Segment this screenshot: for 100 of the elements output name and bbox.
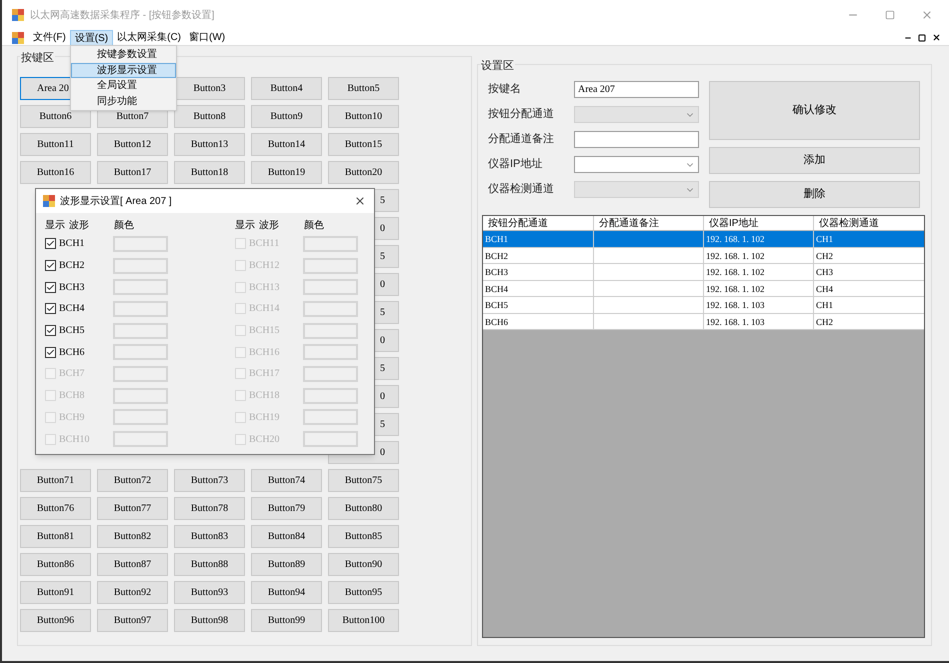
app-icon [43, 195, 55, 207]
color-swatch[interactable] [113, 279, 168, 296]
grid-button[interactable]: Button89 [251, 553, 322, 576]
grid-button[interactable]: Button83 [174, 525, 245, 548]
close-icon[interactable] [354, 195, 366, 207]
color-swatch[interactable] [303, 388, 358, 404]
color-swatch[interactable] [113, 366, 168, 382]
color-swatch[interactable] [113, 344, 168, 360]
grid-button[interactable]: Button5 [328, 77, 399, 100]
grid-button[interactable]: Button90 [328, 553, 399, 576]
grid-button[interactable]: Button96 [20, 609, 91, 632]
color-swatch[interactable] [113, 258, 168, 274]
grid-button[interactable]: Button10 [328, 105, 399, 128]
color-swatch[interactable] [303, 322, 358, 339]
color-swatch[interactable] [113, 236, 168, 252]
grid-button[interactable]: Button16 [20, 161, 91, 184]
checkbox[interactable] [45, 303, 56, 314]
grid-button[interactable]: Button99 [251, 609, 322, 632]
menu-item[interactable]: 以太网采集(C) [113, 30, 186, 46]
grid-button[interactable]: Button77 [97, 497, 168, 520]
grid-button[interactable]: Button12 [97, 133, 168, 156]
grid-button[interactable]: Button76 [20, 497, 91, 520]
channel-label: BCH7 [59, 367, 86, 382]
grid-button[interactable]: Button20 [328, 161, 399, 184]
grid-button[interactable]: Button15 [328, 133, 399, 156]
grid-button[interactable]: Button75 [328, 469, 399, 492]
action-button[interactable]: 添加 [709, 147, 920, 174]
color-swatch[interactable] [303, 300, 358, 317]
menu-option[interactable]: 按键参数设置 [71, 47, 176, 62]
grid-button[interactable]: Button73 [174, 469, 245, 492]
grid-button[interactable]: Button72 [97, 469, 168, 492]
color-swatch[interactable] [113, 409, 168, 426]
grid-button[interactable]: Button81 [20, 525, 91, 548]
grid-button[interactable]: Button8 [174, 105, 245, 128]
action-button[interactable]: 确认修改 [709, 81, 920, 140]
grid-button[interactable]: Button95 [328, 581, 399, 604]
table-row[interactable]: BCH3 192. 168. 1. 102 CH3 [483, 264, 924, 280]
restore-icon[interactable] [918, 34, 926, 42]
maximize-icon[interactable] [885, 10, 895, 20]
table-row[interactable]: BCH6 192. 168. 1. 103 CH2 [483, 314, 924, 330]
table-row[interactable]: BCH1 192. 168. 1. 102 CH1 [483, 231, 924, 248]
grid-button[interactable]: Button3 [174, 77, 245, 100]
checkbox[interactable] [45, 346, 56, 358]
grid-button[interactable]: Button17 [97, 161, 168, 184]
color-swatch[interactable] [303, 279, 358, 296]
grid-button[interactable]: Button14 [251, 133, 322, 156]
grid-button[interactable]: Button85 [328, 525, 399, 548]
grid-button[interactable]: Button98 [174, 609, 245, 632]
dropdown-field[interactable] [574, 156, 699, 173]
grid-button[interactable]: Button71 [20, 469, 91, 492]
table-row[interactable]: BCH2 192. 168. 1. 102 CH2 [483, 248, 924, 264]
text-field[interactable]: Area 207 [574, 81, 699, 98]
text-field[interactable] [574, 131, 699, 148]
grid-button[interactable]: Button13 [174, 133, 245, 156]
column-header: 分配通道备注 [593, 216, 703, 230]
menu-option[interactable]: 波形显示设置 [71, 62, 176, 78]
color-swatch[interactable] [113, 322, 168, 339]
grid-button[interactable]: Button88 [174, 553, 245, 576]
grid-button[interactable]: Button4 [251, 77, 322, 100]
grid-button[interactable]: Button97 [97, 609, 168, 632]
table-cell: CH3 [813, 264, 923, 280]
grid-button[interactable]: Button94 [251, 581, 322, 604]
color-swatch[interactable] [303, 258, 358, 274]
table-row[interactable]: BCH5 192. 168. 1. 103 CH1 [483, 297, 924, 314]
color-swatch[interactable] [113, 300, 168, 317]
menu-item[interactable]: 窗口(W) [185, 30, 230, 46]
grid-button[interactable]: Button74 [251, 469, 322, 492]
grid-button[interactable]: Button86 [20, 553, 91, 576]
table-row[interactable]: BCH4 192. 168. 1. 102 CH4 [483, 280, 924, 297]
close-icon[interactable] [932, 33, 941, 42]
action-button[interactable]: 删除 [709, 181, 920, 208]
grid-button[interactable]: Button84 [251, 525, 322, 548]
grid-button[interactable]: Button11 [20, 133, 91, 156]
color-swatch[interactable] [113, 431, 168, 448]
grid-button[interactable]: Button87 [97, 553, 168, 576]
grid-button[interactable]: Button91 [20, 581, 91, 604]
grid-button[interactable]: Button6 [20, 105, 91, 128]
grid-button[interactable]: Button82 [97, 525, 168, 548]
color-swatch[interactable] [303, 366, 358, 382]
grid-button[interactable]: Button9 [251, 105, 322, 128]
color-swatch[interactable] [303, 409, 358, 426]
color-swatch[interactable] [303, 344, 358, 360]
table-cell: 192. 168. 1. 102 [703, 248, 813, 263]
checkbox[interactable] [45, 260, 56, 272]
checkbox[interactable] [45, 238, 56, 250]
color-swatch[interactable] [303, 431, 358, 448]
grid-button[interactable]: Button93 [174, 581, 245, 604]
grid-button[interactable]: Button19 [251, 161, 322, 184]
grid-button[interactable]: Button78 [174, 497, 245, 520]
grid-button[interactable]: Button100 [328, 609, 399, 632]
grid-button[interactable]: Button18 [174, 161, 245, 184]
menu-item[interactable]: 设置(S) [70, 30, 114, 46]
checkbox[interactable] [45, 325, 56, 336]
color-swatch[interactable] [303, 236, 358, 252]
menu-item[interactable]: 文件(F) [29, 30, 70, 46]
color-swatch[interactable] [113, 388, 168, 404]
grid-button[interactable]: Button79 [251, 497, 322, 520]
grid-button[interactable]: Button80 [328, 497, 399, 520]
checkbox[interactable] [45, 282, 56, 293]
grid-button[interactable]: Button92 [97, 581, 168, 604]
